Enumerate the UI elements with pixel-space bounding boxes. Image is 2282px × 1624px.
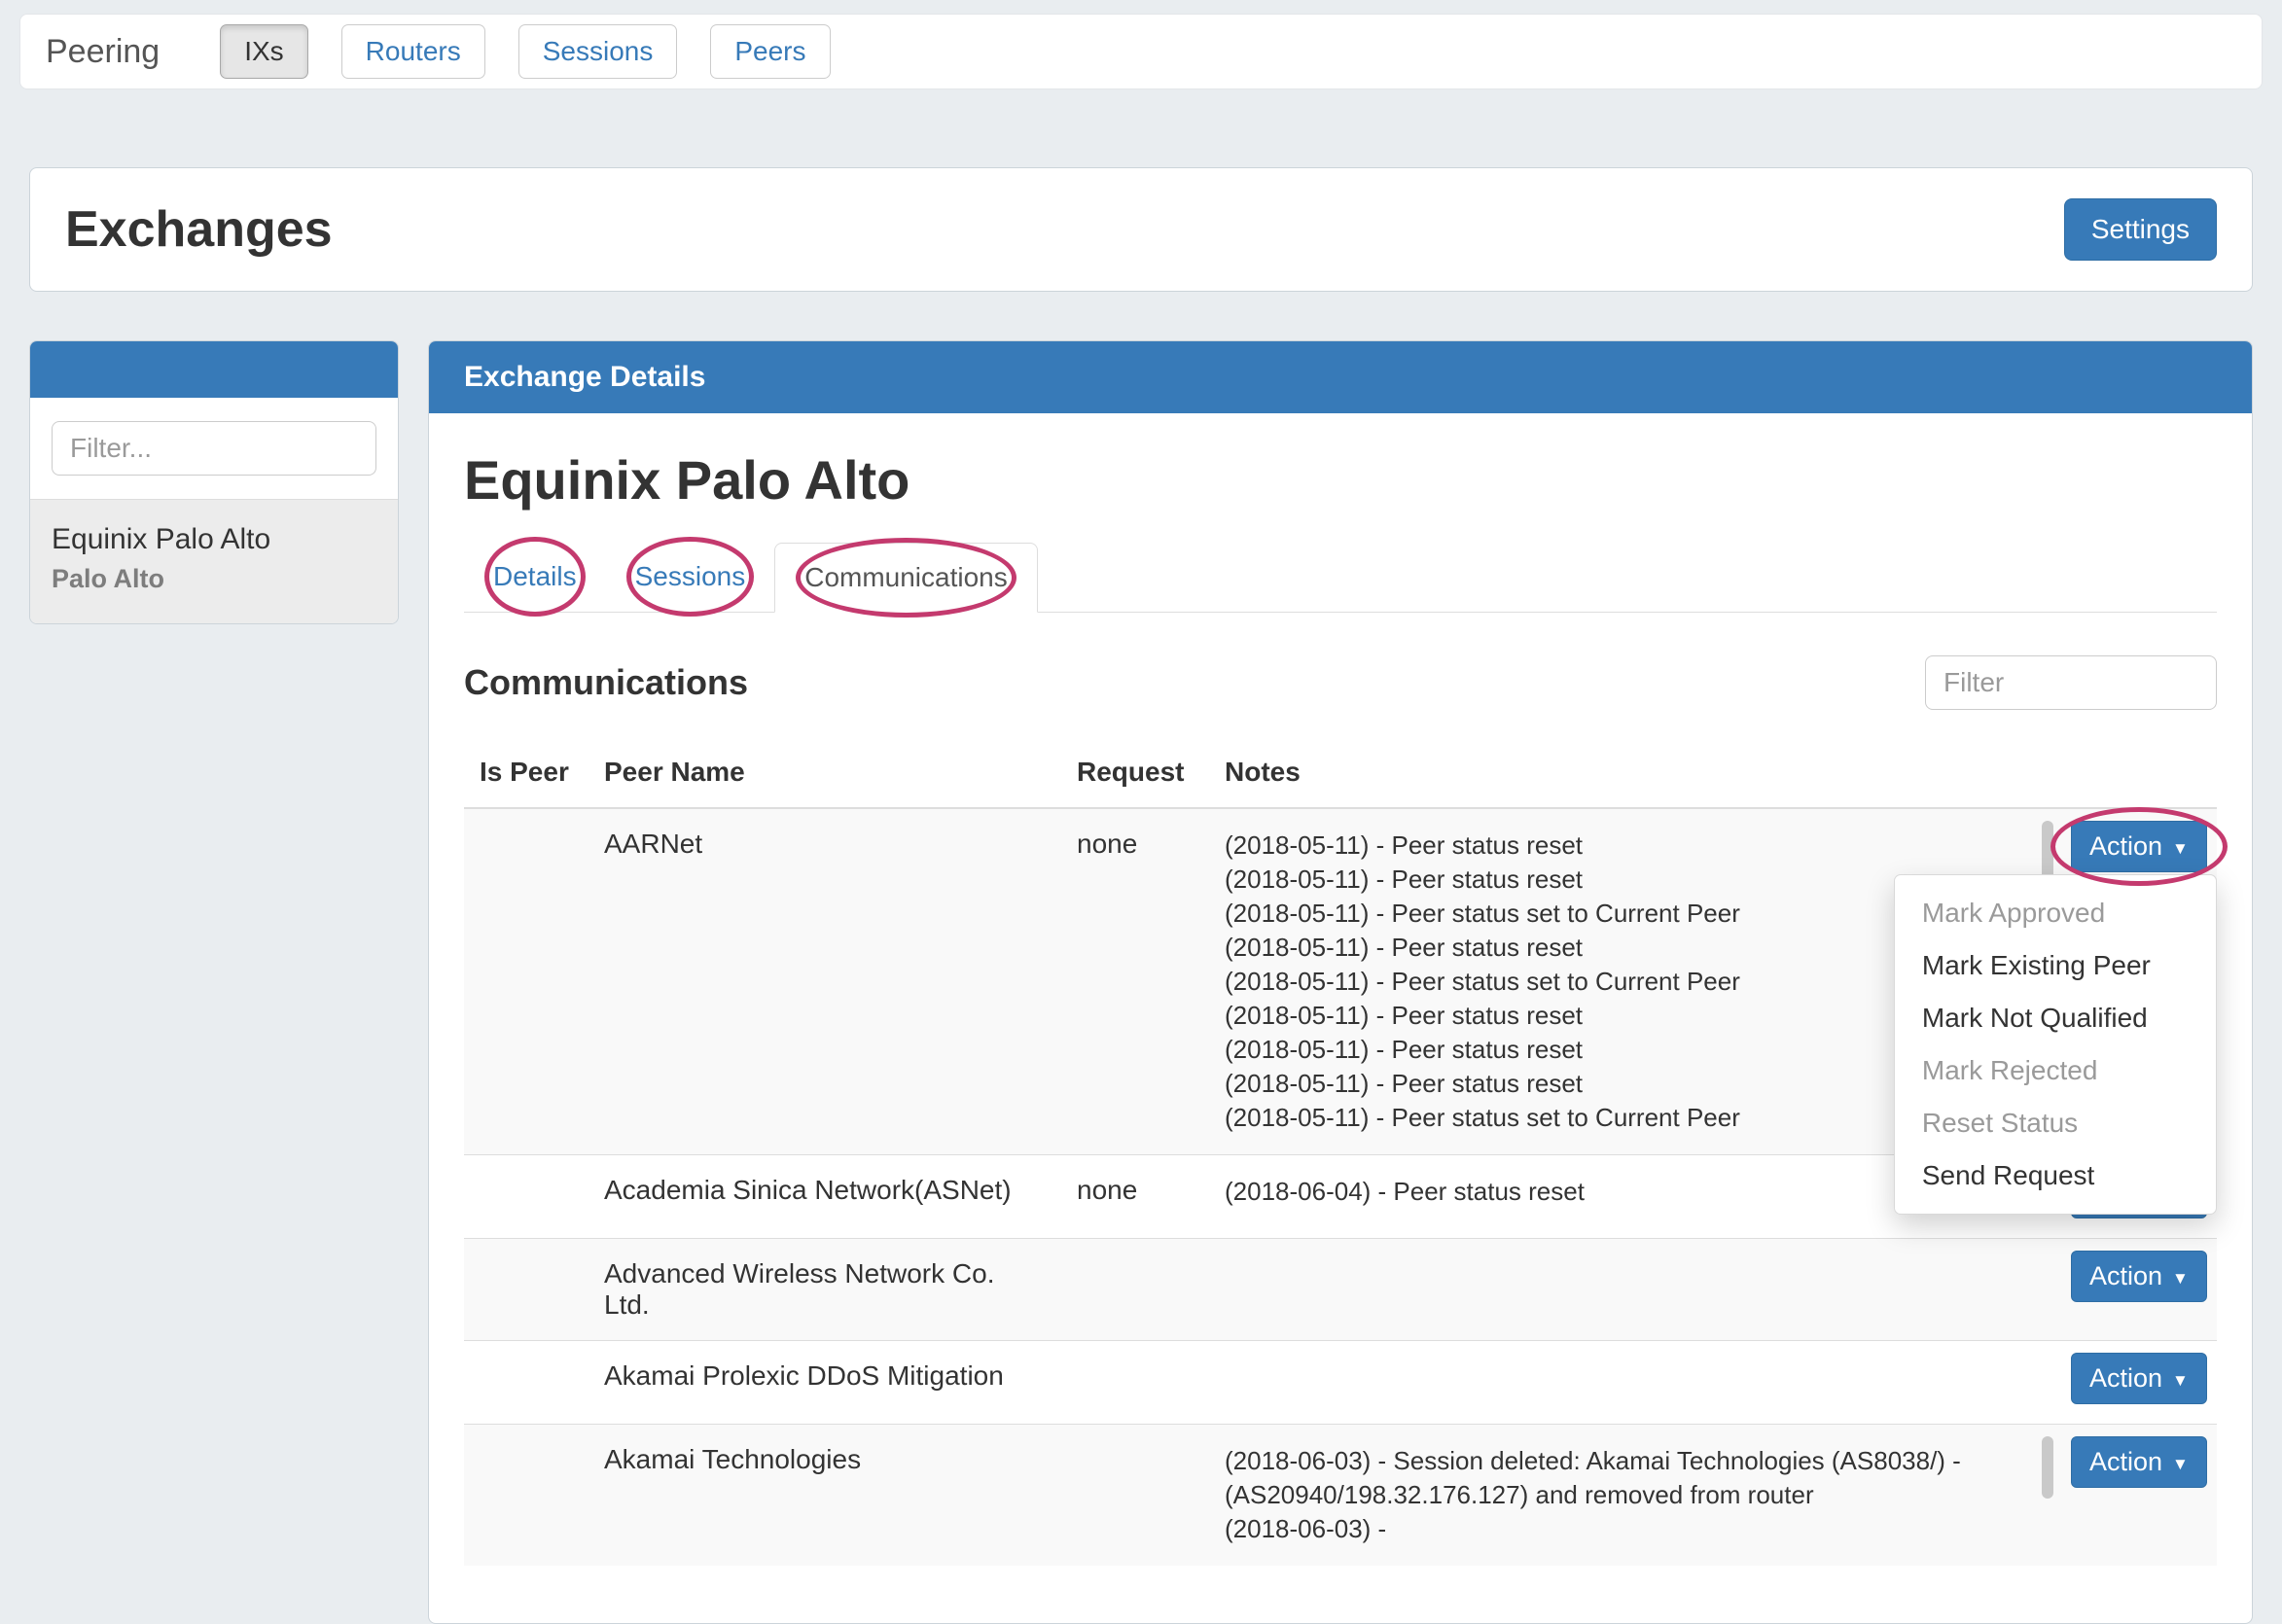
peer-name-cell: Advanced Wireless Network Co. Ltd.: [588, 1239, 1061, 1341]
caret-down-icon: ▼: [2172, 840, 2189, 857]
is-peer-cell: [464, 1425, 588, 1567]
menu-item-mark-approved[interactable]: Mark Approved: [1895, 887, 2216, 939]
column-notes: Notes: [1209, 745, 2055, 808]
menu-item-mark-existing-peer[interactable]: Mark Existing Peer: [1895, 939, 2216, 992]
action-cell: Action ▼: [2055, 1239, 2217, 1341]
is-peer-cell: [464, 1341, 588, 1425]
menu-item-mark-not-qualified[interactable]: Mark Not Qualified: [1895, 992, 2216, 1044]
is-peer-cell: [464, 808, 588, 1155]
peer-name-cell: Akamai Prolexic DDoS Mitigation: [588, 1341, 1061, 1425]
sidebar-item-equinix-palo-alto[interactable]: Equinix Palo Alto Palo Alto: [30, 499, 398, 623]
tab-details-label: Details: [493, 561, 577, 591]
nav-routers-button[interactable]: Routers: [341, 24, 485, 79]
nav-sessions-button[interactable]: Sessions: [518, 24, 678, 79]
peer-name-cell: Academia Sinica Network(ASNet): [588, 1155, 1061, 1239]
request-cell: [1061, 1341, 1209, 1425]
menu-item-send-request[interactable]: Send Request: [1895, 1149, 2216, 1202]
communications-section-header: Communications: [464, 655, 2217, 710]
nav-ixs-button[interactable]: IXs: [220, 24, 307, 79]
exchange-details-header-title: Exchange Details: [464, 361, 705, 394]
exchange-title: Equinix Palo Alto: [464, 448, 2217, 512]
table-header-row: Is Peer Peer Name Request Notes: [464, 745, 2217, 808]
notes-scrollbar[interactable]: [2042, 1436, 2053, 1499]
action-button[interactable]: Action ▼: [2071, 1436, 2207, 1488]
is-peer-cell: [464, 1239, 588, 1341]
sidebar-header-bar: [30, 341, 398, 398]
notes-text: (2018-06-03) - Session deleted: Akamai T…: [1225, 1444, 2040, 1546]
column-peer-name: Peer Name: [588, 745, 1061, 808]
page-title: Exchanges: [65, 200, 333, 259]
tab-communications[interactable]: Communications: [774, 543, 1038, 613]
sidebar-filter-area: [30, 398, 398, 499]
notes-cell: [1209, 1341, 2055, 1425]
column-is-peer: Is Peer: [464, 745, 588, 808]
sidebar-panel: Equinix Palo Alto Palo Alto: [29, 340, 399, 624]
action-cell: Action ▼ Mark Approved Mark Existing Pee…: [2055, 808, 2217, 1155]
notes-cell: (2018-06-03) - Session deleted: Akamai T…: [1209, 1425, 2055, 1567]
menu-item-reset-status[interactable]: Reset Status: [1895, 1097, 2216, 1149]
action-cell: Action ▼: [2055, 1425, 2217, 1567]
caret-down-icon: ▼: [2172, 1270, 2189, 1287]
table-row-aarnet: AARNet none (2018-05-11) - Peer status r…: [464, 808, 2217, 1155]
action-dropdown-menu: Mark Approved Mark Existing Peer Mark No…: [1894, 874, 2217, 1215]
is-peer-cell: [464, 1155, 588, 1239]
detail-tabs: Details Sessions Communications: [464, 543, 2217, 613]
sidebar-item-title: Equinix Palo Alto: [52, 523, 376, 556]
peer-name-cell: Akamai Technologies: [588, 1425, 1061, 1567]
sidebar-item-subtitle: Palo Alto: [52, 564, 376, 594]
tab-sessions[interactable]: Sessions: [606, 543, 775, 613]
action-cell: Action ▼: [2055, 1341, 2217, 1425]
request-cell: [1061, 1239, 1209, 1341]
communications-heading: Communications: [464, 662, 748, 703]
communications-table: Is Peer Peer Name Request Notes AARNet n…: [464, 745, 2217, 1566]
communications-filter-input[interactable]: [1925, 655, 2217, 710]
menu-item-mark-rejected[interactable]: Mark Rejected: [1895, 1044, 2216, 1097]
peer-name-cell: AARNet: [588, 808, 1061, 1155]
content-row: Equinix Palo Alto Palo Alto Exchange Det…: [29, 340, 2253, 1624]
request-cell: none: [1061, 1155, 1209, 1239]
settings-button[interactable]: Settings: [2064, 198, 2217, 261]
request-cell: [1061, 1425, 1209, 1567]
table-row-advanced-wireless: Advanced Wireless Network Co. Ltd. Actio…: [464, 1239, 2217, 1341]
page-header-panel: Exchanges Settings: [29, 167, 2253, 292]
tab-communications-label: Communications: [804, 562, 1008, 592]
action-button[interactable]: Action ▼: [2071, 1353, 2207, 1404]
table-row-akamai-technologies: Akamai Technologies (2018-06-03) - Sessi…: [464, 1425, 2217, 1567]
action-button[interactable]: Action ▼: [2071, 1251, 2207, 1302]
sidebar-filter-input[interactable]: [52, 421, 376, 476]
column-request: Request: [1061, 745, 1209, 808]
table-row-akamai-prolexic: Akamai Prolexic DDoS Mitigation Action ▼: [464, 1341, 2217, 1425]
action-button-label: Action: [2089, 1447, 2162, 1477]
top-navbar: Peering IXs Routers Sessions Peers: [19, 14, 2263, 89]
action-button[interactable]: Action ▼: [2071, 821, 2207, 872]
exchange-details-panel: Exchange Details Equinix Palo Alto Detai…: [428, 340, 2253, 1624]
request-cell: none: [1061, 808, 1209, 1155]
action-button-label: Action: [2089, 831, 2162, 862]
exchange-details-header: Exchange Details: [429, 341, 2252, 413]
tab-details[interactable]: Details: [464, 543, 606, 613]
column-actions: [2055, 745, 2217, 808]
notes-cell: [1209, 1239, 2055, 1341]
app-brand: Peering: [46, 33, 160, 71]
caret-down-icon: ▼: [2172, 1456, 2189, 1472]
action-button-label: Action: [2089, 1261, 2162, 1291]
nav-peers-button[interactable]: Peers: [710, 24, 830, 79]
tab-sessions-label: Sessions: [635, 561, 746, 591]
exchange-details-body: Equinix Palo Alto Details Sessions: [429, 448, 2252, 1601]
caret-down-icon: ▼: [2172, 1372, 2189, 1389]
action-button-label: Action: [2089, 1363, 2162, 1394]
